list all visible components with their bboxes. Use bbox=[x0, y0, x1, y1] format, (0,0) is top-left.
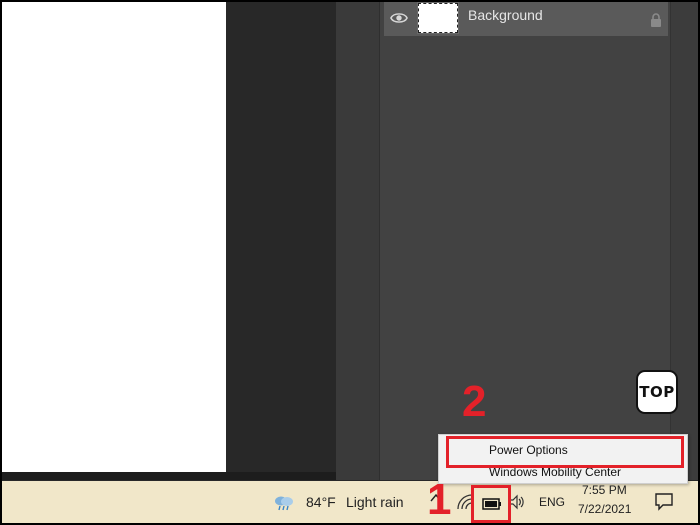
layer-thumbnail bbox=[417, 2, 459, 34]
annotation-step-2: 2 bbox=[462, 377, 487, 426]
wifi-icon[interactable] bbox=[456, 493, 474, 511]
weather-temperature[interactable]: 84°F bbox=[306, 494, 336, 510]
document-canvas[interactable] bbox=[2, 2, 226, 472]
canvas-scrollbar[interactable] bbox=[2, 472, 336, 480]
notification-icon[interactable] bbox=[654, 491, 674, 511]
menu-item-windows-mobility-center[interactable]: Windows Mobility Center bbox=[439, 465, 689, 483]
taskbar: 84°F Light rain ENG 7:55 PM 7/22/2021 bbox=[2, 481, 698, 523]
panel-divider-left bbox=[336, 2, 380, 480]
layers-list: Background bbox=[382, 2, 668, 480]
eye-icon[interactable] bbox=[390, 9, 408, 27]
cloud-rain-icon[interactable] bbox=[272, 493, 296, 511]
language-indicator[interactable]: ENG bbox=[539, 495, 565, 509]
annotation-step-1: 1 bbox=[427, 475, 452, 524]
top-badge[interactable]: TOP bbox=[636, 370, 678, 414]
document-canvas-area[interactable] bbox=[2, 2, 336, 480]
lock-icon[interactable] bbox=[650, 12, 662, 27]
clock-time[interactable]: 7:55 PM bbox=[582, 483, 627, 495]
battery-icon[interactable] bbox=[482, 495, 502, 510]
clock-date[interactable]: 7/22/2021 bbox=[578, 502, 631, 516]
battery-context-menu: Power Options Windows Mobility Center bbox=[438, 434, 688, 484]
layer-row-background[interactable]: Background bbox=[384, 2, 668, 36]
layer-name: Background bbox=[468, 7, 543, 23]
volume-icon[interactable] bbox=[508, 493, 526, 511]
menu-item-power-options[interactable]: Power Options bbox=[439, 438, 689, 462]
weather-condition[interactable]: Light rain bbox=[346, 494, 404, 510]
